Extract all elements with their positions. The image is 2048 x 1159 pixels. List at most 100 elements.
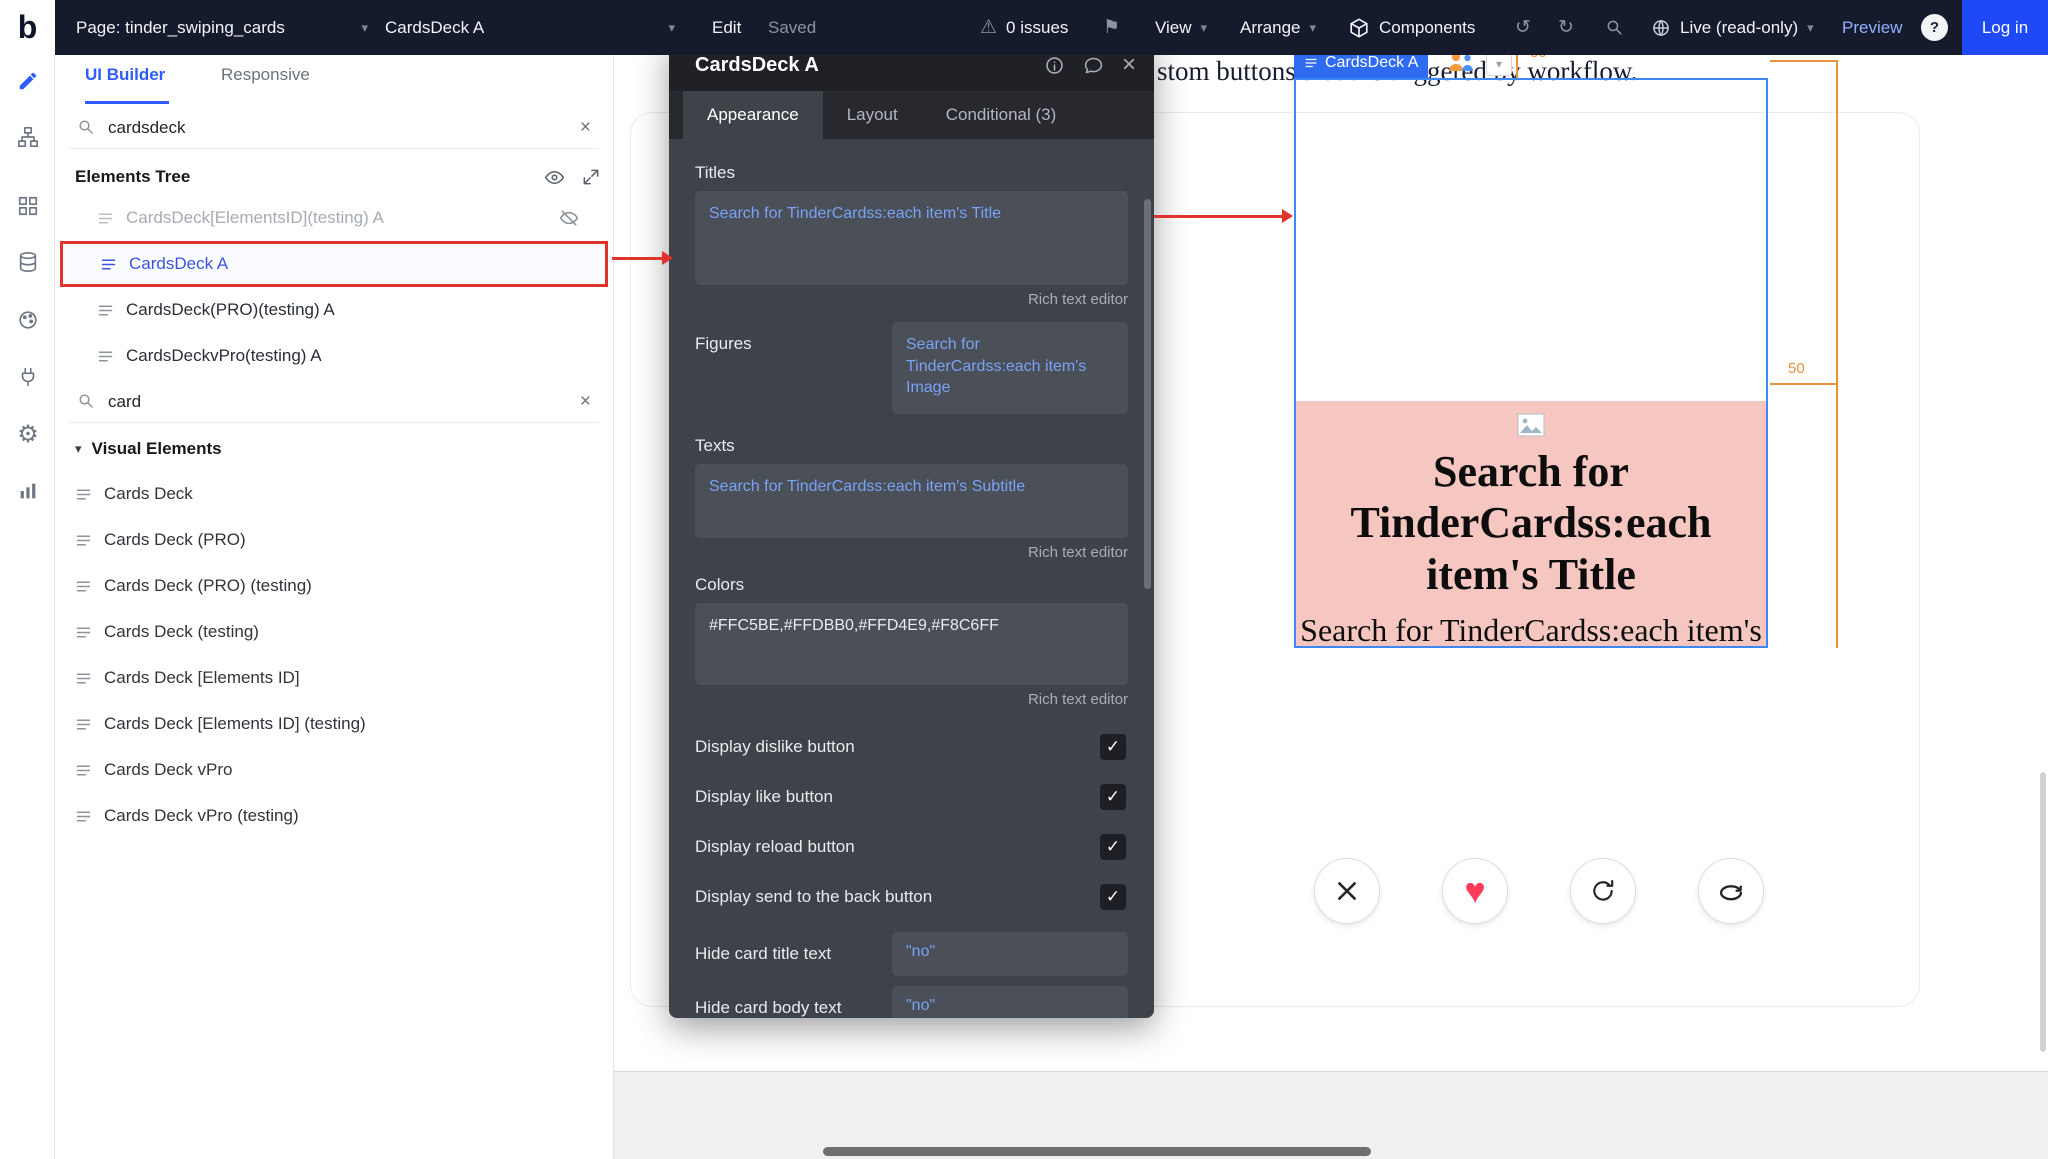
tab-appearance[interactable]: Appearance [683,91,823,139]
popup-scrollbar[interactable] [1144,199,1151,589]
texts-label: Texts [695,436,1128,456]
preview-link[interactable]: Preview [1842,0,1902,55]
logs-tab-icon[interactable] [10,473,46,509]
flag-button[interactable]: ⚑ [1103,0,1120,55]
comment-icon[interactable] [1083,55,1104,76]
expand-icon[interactable] [581,167,601,187]
send-to-back-button[interactable] [1698,858,1764,924]
search-button[interactable] [1605,0,1625,55]
settings-tab-icon[interactable]: ⚙ [10,417,46,453]
reload-button[interactable] [1570,858,1636,924]
list-item-label: Cards Deck [Elements ID] (testing) [104,714,366,734]
tab-conditional[interactable]: Conditional (3) [922,91,1081,139]
list-item-label: Cards Deck vPro [104,760,232,780]
rich-text-editor-link[interactable]: Rich text editor [695,691,1128,708]
visual-elements-search-input[interactable] [108,392,568,412]
titles-input[interactable]: Search for TinderCardss:each item's Titl… [695,191,1128,285]
property-editor-tabs: Appearance Layout Conditional (3) [669,91,1154,139]
design-tab-icon[interactable] [10,63,46,99]
tab-layout[interactable]: Layout [823,91,922,139]
dislike-button[interactable] [1314,858,1380,924]
display-dislike-row: Display dislike button ✓ [695,722,1128,772]
layout-tab-icon[interactable] [10,188,46,224]
login-button[interactable]: Log in [1962,0,2048,55]
visual-elements-search: × [69,381,599,423]
components-button[interactable]: Components [1348,0,1475,55]
view-menu[interactable]: View ▾ [1155,0,1207,55]
display-send-back-checkbox[interactable]: ✓ [1100,884,1126,910]
clear-search-icon[interactable]: × [580,391,591,413]
styles-tab-icon[interactable] [10,302,46,338]
undo-button[interactable]: ↺ [1515,0,1531,55]
environment-selector[interactable]: Live (read-only) ▾ [1651,0,1814,55]
list-item[interactable]: Cards Deck (PRO) (testing) [55,563,613,609]
tab-ui-builder[interactable]: UI Builder [85,65,165,85]
hide-card-title-input[interactable]: "no" [892,932,1128,976]
issues-indicator[interactable]: ⚠ 0 issues [980,0,1068,55]
elements-tree-search: × [69,107,599,149]
live-label: Live (read-only) [1680,18,1798,38]
heart-icon: ♥ [1464,873,1485,909]
list-item[interactable]: Cards Deck [Elements ID] (testing) [55,701,613,747]
selection-badge-label: CardsDeck A [1325,54,1418,72]
info-icon[interactable] [1044,55,1065,76]
colors-input[interactable]: #FFC5BE,#FFDBB0,#FFD4E9,#F8C6FF [695,603,1128,685]
tree-item[interactable]: CardsDeck[ElementsID](testing) A [55,195,613,241]
list-item[interactable]: Cards Deck [55,471,613,517]
like-button[interactable]: ♥ [1442,858,1508,924]
rich-text-editor-link[interactable]: Rich text editor [695,544,1128,561]
display-reload-checkbox[interactable]: ✓ [1100,834,1126,860]
workflow-tab-icon[interactable] [10,119,46,155]
tab-responsive[interactable]: Responsive [221,65,310,85]
page-selector[interactable]: Page: tinder_swiping_cards ▾ [76,0,368,55]
clear-search-icon[interactable]: × [580,117,591,139]
display-reload-row: Display reload button ✓ [695,822,1128,872]
figures-input[interactable]: Search for TinderCardss:each item's Imag… [892,322,1128,414]
horizontal-scrollbar[interactable] [823,1147,1371,1156]
redo-button[interactable]: ↻ [1558,0,1574,55]
redo-icon: ↻ [1558,16,1574,39]
tree-item-selected[interactable]: CardsDeck A [60,241,608,287]
hide-card-body-input[interactable]: "no" [892,986,1128,1018]
data-tab-icon[interactable] [10,244,46,280]
chevron-down-icon: ▾ [668,20,675,36]
login-label: Log in [1982,18,2028,38]
display-like-checkbox[interactable]: ✓ [1100,784,1126,810]
tree-item[interactable]: CardsDeckvPro(testing) A [55,333,613,379]
warning-icon: ⚠ [980,16,997,39]
list-item[interactable]: Cards Deck vPro (testing) [55,793,613,839]
saved-status: Saved [768,0,816,55]
eye-icon[interactable] [544,167,565,188]
display-dislike-checkbox[interactable]: ✓ [1100,734,1126,760]
list-item[interactable]: Cards Deck vPro [55,747,613,793]
element-selector[interactable]: CardsDeck A ▾ [385,0,675,55]
hide-card-body-row: Hide card body text "no" [695,986,1128,1018]
rich-text-editor-link[interactable]: Rich text editor [695,291,1128,308]
visual-elements-header[interactable]: ▾ Visual Elements [55,429,222,469]
edit-menu[interactable]: Edit [712,0,741,55]
list-item-label: Cards Deck (PRO) [104,530,246,550]
tree-item[interactable]: CardsDeck(PRO)(testing) A [55,287,613,333]
close-icon[interactable]: × [1122,53,1136,77]
list-item[interactable]: Cards Deck (PRO) [55,517,613,563]
list-item[interactable]: Cards Deck [Elements ID] [55,655,613,701]
selection-dropdown[interactable]: ▾ [1486,52,1512,76]
texts-input[interactable]: Search for TinderCardss:each item's Subt… [695,464,1128,538]
hide-card-title-label: Hide card title text [695,944,892,964]
bubble-logo[interactable]: b [0,0,55,55]
components-label: Components [1379,18,1475,38]
list-item[interactable]: Cards Deck (testing) [55,609,613,655]
measure-tick-mid [1770,383,1836,385]
selection-outline[interactable] [1294,78,1768,648]
plugins-tab-icon[interactable] [10,359,46,395]
checkbox-label: Display reload button [695,837,1100,857]
help-button[interactable]: ? [1921,14,1948,41]
arrange-menu[interactable]: Arrange ▾ [1240,0,1316,55]
elements-tree-search-input[interactable] [108,118,568,138]
vertical-scrollbar[interactable] [2040,772,2046,1052]
element-icon [97,302,114,319]
element-icon [75,670,92,687]
top-toolbar: Page: tinder_swiping_cards ▾ CardsDeck A… [55,0,2048,55]
property-editor-body: Titles Search for TinderCardss:each item… [669,139,1154,1018]
eye-off-icon[interactable] [559,208,579,228]
